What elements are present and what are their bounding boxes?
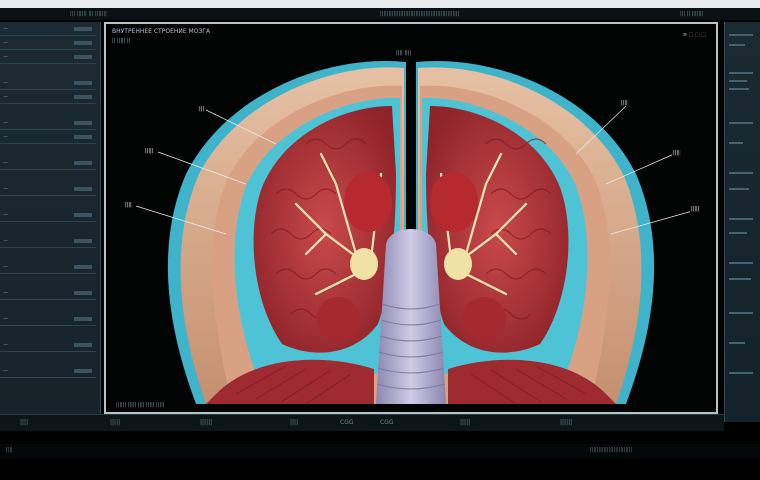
nucleus-right xyxy=(430,172,478,232)
viewer-footer: |||||| ||||| |||| ||||| ||||| xyxy=(116,402,165,408)
toolbar-item[interactable]: CGG xyxy=(340,419,354,426)
toolbar-item[interactable]: ||||| xyxy=(460,419,470,426)
status-bar: |||| ||||||||||||||||||||||||| xyxy=(0,444,760,458)
brainstem xyxy=(376,229,446,404)
left-panel-row[interactable]: — xyxy=(0,24,96,36)
annotation-label: |||| xyxy=(672,150,681,156)
toolbar-item[interactable]: ||||| xyxy=(110,419,120,426)
left-panel-row[interactable]: — xyxy=(0,236,96,248)
title-left: ||| |||||| ||| ||||||| xyxy=(70,11,107,17)
toolbar-item[interactable]: |||||| xyxy=(560,419,572,426)
title-right: ||| || ||||||| xyxy=(680,11,704,17)
status-left: |||| xyxy=(6,447,13,453)
bottom-toolbar: |||| ||||| |||||| |||| CGG CGG ||||| |||… xyxy=(0,414,724,431)
toolbar-item[interactable]: |||| xyxy=(290,419,298,426)
right-panel xyxy=(724,22,760,422)
annotation-label: ||| xyxy=(198,106,206,112)
left-panel-row[interactable]: — xyxy=(0,314,96,326)
nucleus-left xyxy=(344,172,392,232)
left-panel: — — — — — — — — — — — — — — — — xyxy=(0,22,101,414)
brain-anatomy-illustration xyxy=(135,60,697,405)
left-panel-row[interactable]: — xyxy=(0,366,96,378)
toolbar-item[interactable]: |||| xyxy=(20,419,28,426)
toolbar-item[interactable]: |||||| xyxy=(200,419,212,426)
left-panel-row[interactable]: — xyxy=(0,38,96,50)
image-viewer[interactable]: ВНУТРЕННЕЕ СТРОЕНИЕ МОЗГА || ||||| || ≡ … xyxy=(104,22,718,414)
left-panel-row[interactable]: — xyxy=(0,78,96,90)
left-panel-row[interactable]: — xyxy=(0,262,96,274)
annotation-label: ||||| xyxy=(690,206,701,212)
left-panel-row[interactable]: — xyxy=(0,210,96,222)
title-center: ||||||||||||||||||||||||||||||||||||||||… xyxy=(380,11,460,17)
left-panel-row[interactable]: — xyxy=(0,92,96,104)
left-panel-row[interactable]: — xyxy=(0,132,96,144)
annotation-label: ||||| xyxy=(144,148,155,154)
annotation-label: |||| xyxy=(620,100,629,106)
toolbar-item[interactable]: CGG xyxy=(380,419,394,426)
title-strip: ||| |||||| ||| ||||||| |||||||||||||||||… xyxy=(0,8,760,20)
left-panel-row[interactable]: — xyxy=(0,118,96,130)
left-panel-row[interactable]: — xyxy=(0,288,96,300)
status-right: ||||||||||||||||||||||||| xyxy=(590,447,633,453)
top-bar xyxy=(0,0,760,8)
left-panel-row[interactable]: — xyxy=(0,52,96,64)
left-panel-row[interactable]: — xyxy=(0,158,96,170)
left-panel-row[interactable]: — xyxy=(0,340,96,352)
left-panel-row[interactable]: — xyxy=(0,184,96,196)
annotation-label: |||| xyxy=(124,202,133,208)
